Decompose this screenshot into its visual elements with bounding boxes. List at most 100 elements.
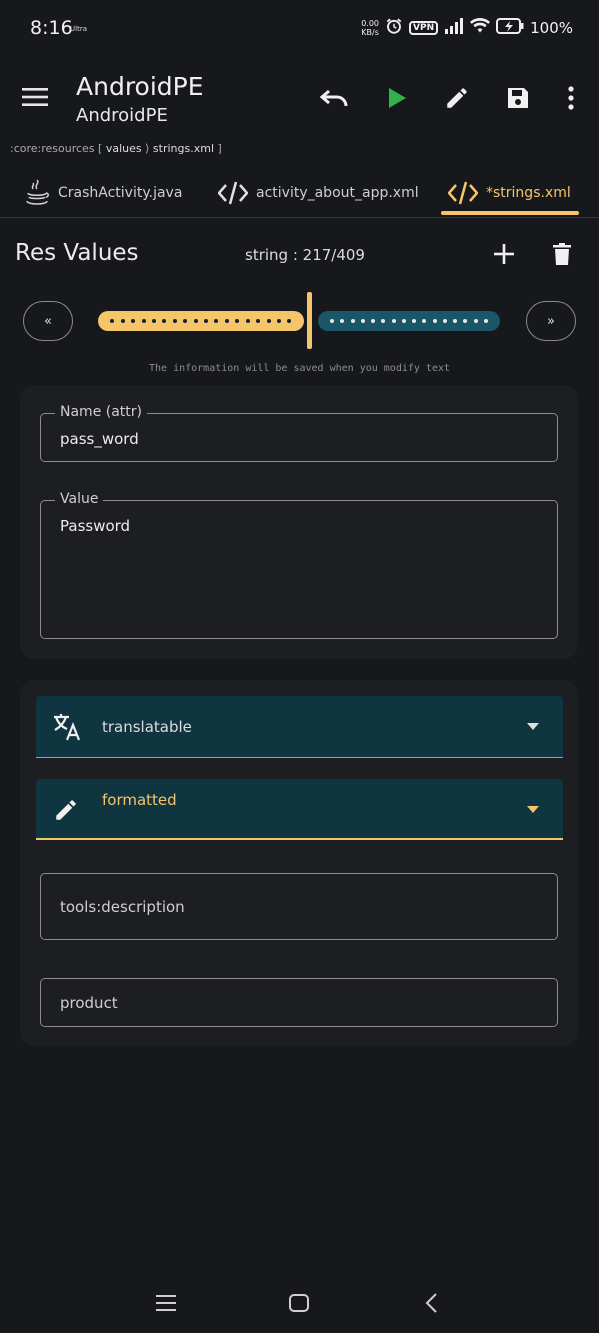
value-field-label: Value: [55, 491, 104, 507]
back-button[interactable]: [412, 1287, 452, 1319]
pencil-icon: [447, 88, 467, 108]
slider-dot: [235, 319, 240, 323]
next-button[interactable]: »: [526, 301, 576, 341]
slider-dot: [287, 319, 292, 323]
tab-activity-about-app[interactable]: activity_about_app.xml: [218, 168, 419, 218]
name-field-value: pass_word: [60, 430, 139, 448]
slider-dot: [204, 319, 209, 323]
hamburger-icon: [22, 88, 48, 106]
slider-dot: [391, 319, 396, 323]
code-icon: [448, 181, 478, 205]
slider-dot: [340, 319, 345, 323]
slider-dot: [172, 319, 177, 323]
edit-button[interactable]: [437, 78, 477, 118]
slider-dot: [371, 319, 376, 323]
signal-icon: [444, 18, 464, 38]
slider-dot: [224, 319, 229, 323]
more-vert-icon: [568, 86, 574, 110]
undo-button[interactable]: [315, 78, 355, 118]
slider-dot: [276, 319, 281, 323]
chevron-down-icon: [527, 723, 539, 730]
previous-button[interactable]: «: [23, 301, 73, 341]
alarm-icon: [385, 17, 403, 39]
breadcrumb-separator: ⟩: [145, 142, 150, 155]
translate-icon: [54, 714, 81, 741]
app-title: AndroidPE: [76, 72, 204, 101]
slider-dot: [401, 319, 406, 323]
slider-dot: [463, 319, 468, 323]
translatable-label: translatable: [102, 717, 192, 736]
name-field[interactable]: Name (attr) pass_word: [40, 404, 558, 462]
breadcrumb-module[interactable]: :core:resources: [10, 142, 95, 155]
slider-dot: [432, 319, 437, 323]
slider-dot: [266, 319, 271, 323]
formatted-dropdown[interactable]: formatted: [36, 779, 563, 840]
tab-crash-activity[interactable]: CrashActivity.java: [24, 168, 182, 218]
plus-icon: [494, 244, 514, 264]
slider-dot: [120, 319, 125, 323]
recents-icon: [156, 1295, 176, 1311]
delete-button[interactable]: [542, 234, 582, 274]
slider-dot: [131, 319, 136, 323]
active-tab-indicator: [441, 211, 579, 215]
home-button[interactable]: [279, 1287, 319, 1319]
wifi-icon: [470, 18, 491, 38]
tab-label: *strings.xml: [486, 185, 571, 201]
breadcrumb-file[interactable]: strings.xml: [153, 142, 214, 155]
slider-thumb[interactable]: [307, 292, 312, 349]
pencil-icon: [56, 800, 76, 820]
product-input[interactable]: product: [40, 978, 558, 1027]
save-info-note: The information will be saved when you m…: [148, 363, 451, 374]
translatable-dropdown[interactable]: translatable: [36, 696, 563, 758]
slider-dot: [330, 319, 335, 323]
tab-label: activity_about_app.xml: [256, 185, 419, 201]
slider-dot: [442, 319, 447, 323]
undo-icon: [320, 89, 348, 107]
speed-unit: KB/s: [361, 28, 379, 37]
slider-dot: [214, 319, 219, 323]
recents-button[interactable]: [146, 1287, 186, 1319]
code-icon: [218, 181, 248, 205]
add-button[interactable]: [484, 234, 524, 274]
save-button[interactable]: [498, 78, 538, 118]
status-icons: 0.00 KB/s VPN 100%: [361, 17, 573, 39]
product-placeholder: product: [60, 994, 118, 1012]
chevron-down-icon: [527, 806, 539, 813]
slider-dot: [360, 319, 365, 323]
slider-track-filled[interactable]: [98, 311, 304, 331]
speed-value: 0.00: [361, 19, 380, 28]
slider-dot: [193, 319, 198, 323]
formatted-label: formatted: [102, 791, 177, 809]
tools-description-input[interactable]: tools:description: [40, 873, 558, 940]
run-button[interactable]: [377, 78, 417, 118]
slider-dot: [350, 319, 355, 323]
slider-dot: [483, 319, 488, 323]
overflow-menu-button[interactable]: [551, 78, 591, 118]
breadcrumb-folder[interactable]: values: [106, 142, 142, 155]
name-field-label: Name (attr): [55, 404, 147, 420]
menu-button[interactable]: [18, 80, 52, 114]
home-icon: [289, 1294, 309, 1312]
value-field[interactable]: Value Password: [40, 491, 558, 639]
network-speed: 0.00 KB/s: [361, 19, 379, 37]
breadcrumb-separator: ]: [217, 142, 222, 155]
tab-label: CrashActivity.java: [58, 185, 183, 201]
slider-dot: [256, 319, 261, 323]
back-icon: [425, 1293, 437, 1313]
play-icon: [389, 88, 406, 108]
carrier-tag: Ultra: [70, 25, 87, 33]
slider-dot: [162, 319, 167, 323]
app-subtitle: AndroidPE: [76, 105, 168, 126]
battery-icon: [496, 18, 524, 38]
slider-dot: [473, 319, 478, 323]
slider-track-remaining[interactable]: [318, 311, 500, 331]
trash-icon: [553, 243, 571, 265]
slider-dot: [152, 319, 157, 323]
slider-dot: [412, 319, 417, 323]
value-field-value: Password: [60, 517, 131, 535]
section-title: Res Values: [15, 240, 139, 266]
vpn-badge: VPN: [409, 21, 439, 35]
slider-dot: [245, 319, 250, 323]
slider-dot: [110, 319, 115, 323]
slider-dot: [183, 319, 188, 323]
